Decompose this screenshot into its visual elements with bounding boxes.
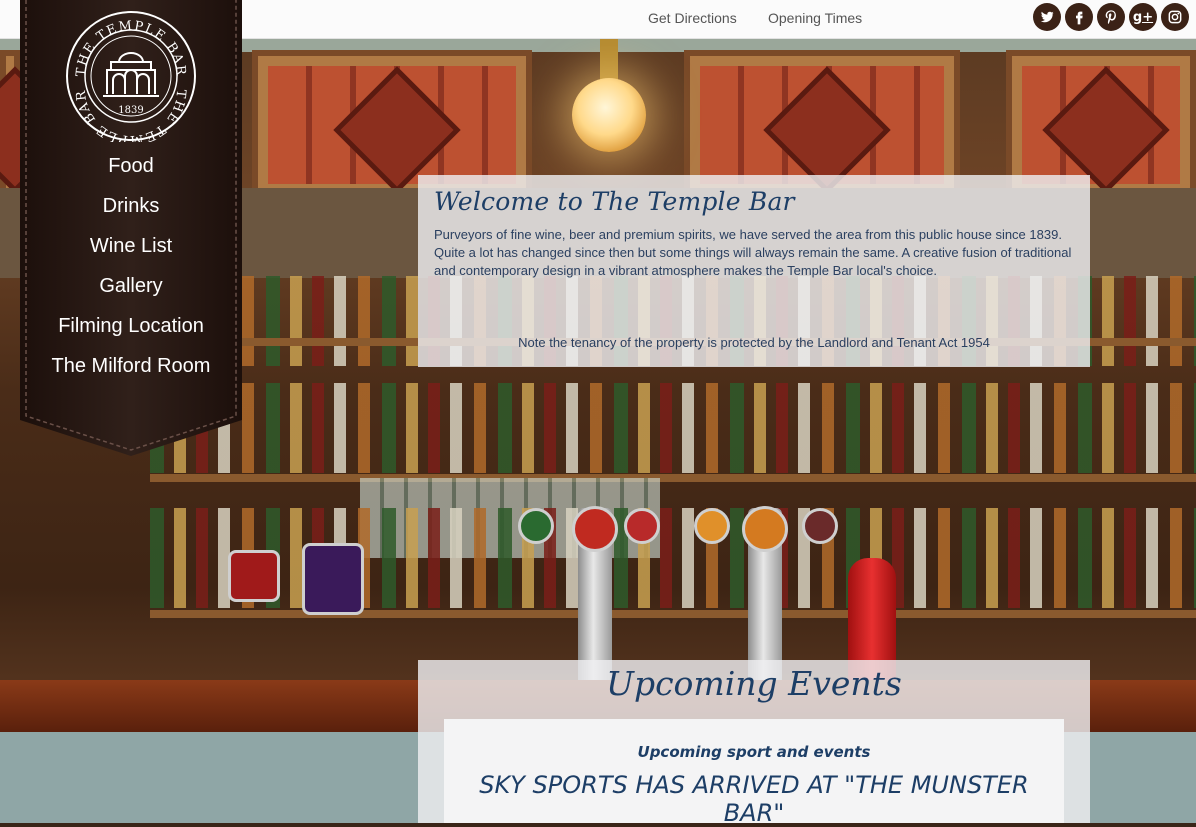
get-directions-link[interactable]: Get Directions [648,10,737,26]
welcome-body: Purveyors of fine wine, beer and premium… [434,227,1072,278]
google-plus-icon[interactable]: g+ [1129,3,1157,31]
main-menu: Food Drinks Wine List Gallery Filming Lo… [20,152,242,392]
twitter-icon[interactable] [1033,3,1061,31]
event-card[interactable]: Upcoming sport and events SKY SPORTS HAS… [444,719,1064,827]
logo-year: 1839 [118,105,143,116]
menu-item-milford-room[interactable]: The Milford Room [52,355,211,377]
instagram-icon[interactable] [1161,3,1189,31]
menu-item-wine-list[interactable]: Wine List [90,235,172,257]
event-headline[interactable]: SKY SPORTS HAS ARRIVED AT "THE MUNSTER B… [464,771,1044,827]
upcoming-events-panel: Upcoming Events Upcoming sport and event… [418,660,1090,827]
facebook-icon[interactable] [1065,3,1093,31]
ceiling-lamp [572,78,646,152]
opening-times-link[interactable]: Opening Times [768,10,862,26]
menu-item-gallery[interactable]: Gallery [99,275,162,297]
pinterest-icon[interactable] [1097,3,1125,31]
menu-item-food[interactable]: Food [108,155,154,177]
menu-item-filming-location[interactable]: Filming Location [58,315,204,337]
tenancy-note: Note the tenancy of the property is prot… [518,335,990,350]
events-title: Upcoming Events [606,664,902,703]
welcome-title: Welcome to The Temple Bar [434,187,795,216]
menu-item-drinks[interactable]: Drinks [103,195,160,217]
side-navigation-banner: THE TEMPLE BAR THE TEMPLE BAR 1839 Food … [20,0,242,456]
event-subtitle: Upcoming sport and events [637,743,871,761]
welcome-panel: Welcome to The Temple Bar Purveyors of f… [418,175,1090,367]
temple-bar-logo: THE TEMPLE BAR THE TEMPLE BAR 1839 [66,11,196,142]
